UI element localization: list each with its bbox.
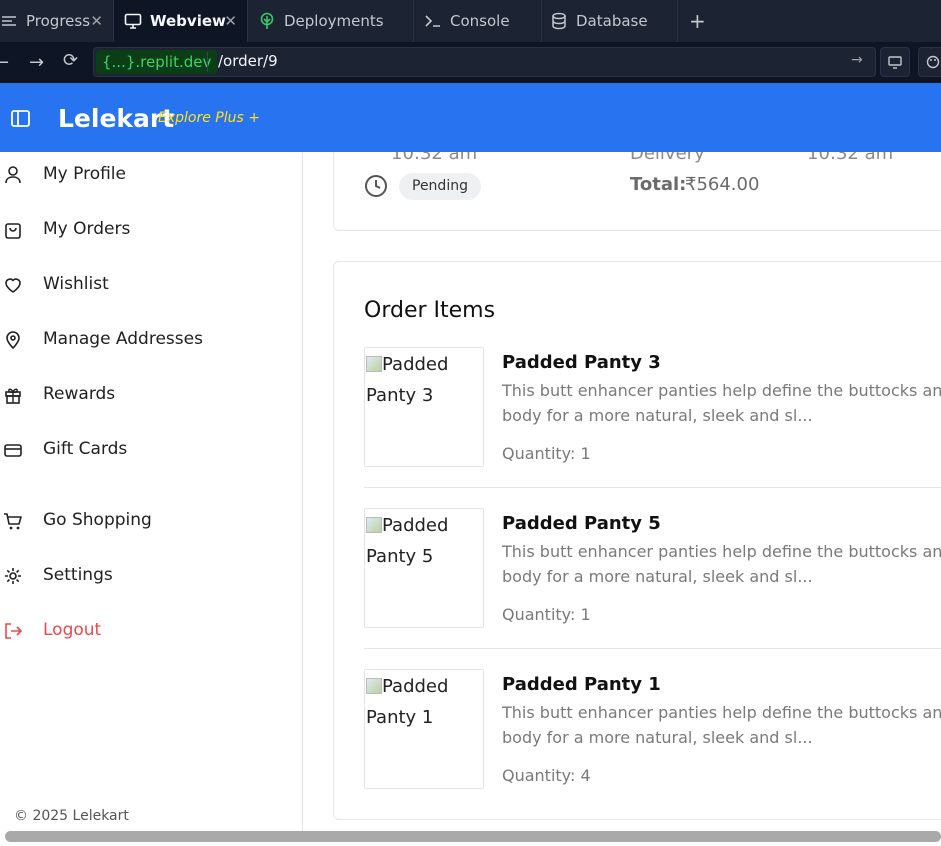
- url-divider: [207, 52, 208, 72]
- divider: [364, 648, 941, 649]
- go-arrow-icon[interactable]: →: [851, 52, 863, 68]
- sidebar-item-label: Rewards: [43, 384, 116, 404]
- sidebar-item-settings[interactable]: Settings: [0, 556, 300, 596]
- product-name[interactable]: Padded Panty 3: [502, 352, 661, 373]
- user-icon: [3, 165, 23, 185]
- product-name[interactable]: Padded Panty 5: [502, 513, 661, 534]
- back-arrow-icon[interactable]: ←: [0, 52, 9, 73]
- tab-database[interactable]: Database: [542, 0, 678, 42]
- total-value: ₹564.00: [685, 174, 760, 195]
- sidebar-item-label: Logout: [43, 620, 102, 640]
- tab-label: Progress: [26, 12, 91, 30]
- location-pin-icon: [3, 330, 23, 350]
- description-line: This butt enhancer panties help define t…: [502, 542, 941, 561]
- devtools-button[interactable]: [880, 47, 910, 77]
- product-image[interactable]: Padded Panty 3: [364, 347, 484, 467]
- product-description: This butt enhancer panties help define t…: [502, 378, 941, 428]
- tab-label: Webview: [150, 12, 226, 30]
- image-alt-text: Padded: [382, 354, 449, 375]
- description-line: This butt enhancer panties help define t…: [502, 703, 941, 722]
- deployments-icon: [258, 12, 276, 30]
- url-domain-badge[interactable]: {...}.replit.dev: [96, 50, 218, 74]
- tab-label: Deployments: [284, 12, 384, 30]
- section-title: Order Items: [364, 298, 496, 323]
- product-image[interactable]: Padded Panty 1: [364, 669, 484, 789]
- description-line: body for a more natural, sleek and sl...: [502, 406, 813, 425]
- close-icon[interactable]: ✕: [90, 12, 103, 30]
- image-alt-text: Padded: [382, 515, 449, 536]
- tab-label: Database: [576, 12, 648, 30]
- image-alt-text: Padded: [382, 676, 449, 697]
- sidebar-item-label: Gift Cards: [43, 439, 128, 459]
- logout-icon: [3, 621, 23, 641]
- tab-progress[interactable]: Progress ✕: [0, 0, 114, 42]
- product-description: This butt enhancer panties help define t…: [502, 539, 941, 589]
- product-quantity: Quantity: 1: [502, 444, 591, 463]
- forward-arrow-icon[interactable]: →: [29, 52, 44, 73]
- broken-image-icon: [366, 356, 382, 372]
- total-label: Total:: [630, 174, 687, 195]
- cart-icon: [3, 511, 23, 531]
- broken-image-icon: [366, 517, 382, 533]
- broken-image-icon: [366, 678, 382, 694]
- sidebar-item-label: Manage Addresses: [43, 329, 203, 349]
- palette-icon: [926, 55, 940, 69]
- sidebar-item-label: Settings: [43, 565, 113, 585]
- product-quantity: Quantity: 1: [502, 605, 591, 624]
- sidebar-item-manage-addresses[interactable]: Manage Addresses: [0, 320, 300, 360]
- product-description: This butt enhancer panties help define t…: [502, 700, 941, 750]
- sidebar-item-label: Wishlist: [43, 274, 109, 294]
- card-icon: [3, 440, 23, 460]
- tab-webview[interactable]: Webview ✕: [114, 0, 248, 42]
- database-icon: [550, 12, 568, 30]
- description-line: This butt enhancer panties help define t…: [502, 381, 941, 400]
- product-name[interactable]: Padded Panty 1: [502, 674, 661, 695]
- progress-icon: [0, 12, 18, 30]
- heart-icon: [3, 275, 23, 295]
- tab-label: Console: [450, 12, 510, 30]
- sidebar-item-wishlist[interactable]: Wishlist: [0, 265, 300, 305]
- brand-tagline: Explore Plus +: [158, 110, 260, 126]
- clock-icon: [364, 174, 388, 198]
- url-path[interactable]: /order/9: [218, 52, 278, 70]
- sidebar-item-rewards[interactable]: Rewards: [0, 375, 300, 415]
- monitor-icon: [124, 12, 142, 30]
- description-line: body for a more natural, sleek and sl...: [502, 567, 813, 586]
- tab-console[interactable]: Console: [414, 0, 542, 42]
- sidebar-item-logout[interactable]: Logout: [0, 611, 300, 651]
- sidebar-item-label: My Orders: [43, 219, 131, 239]
- reload-icon[interactable]: ⟳: [63, 50, 78, 71]
- account-sidebar: [0, 152, 303, 832]
- sidebar-item-my-profile[interactable]: My Profile: [0, 155, 300, 195]
- image-alt-text: Panty 1: [366, 707, 434, 728]
- image-alt-text: Panty 5: [366, 546, 434, 567]
- horizontal-scrollbar[interactable]: [5, 831, 941, 842]
- description-line: body for a more natural, sleek and sl...: [502, 728, 813, 747]
- sidebar-item-label: Go Shopping: [43, 510, 152, 530]
- sidebar-toggle-icon[interactable]: [10, 108, 32, 130]
- gear-icon: [3, 566, 23, 586]
- palette-button[interactable]: [918, 47, 941, 77]
- product-quantity: Quantity: 4: [502, 766, 591, 785]
- new-tab-icon[interactable]: +: [689, 9, 706, 33]
- divider: [364, 487, 941, 488]
- terminal-icon: [424, 12, 442, 30]
- brand-logo[interactable]: Lelekart: [58, 104, 174, 133]
- screen-icon: [888, 56, 902, 69]
- ide-tab-bar: Progress ✕ Webview ✕ Deployments Console…: [0, 0, 941, 42]
- status-badge: Pending: [399, 173, 481, 200]
- image-alt-text: Panty 3: [366, 385, 434, 406]
- gift-icon: [3, 385, 23, 405]
- sidebar-item-label: My Profile: [43, 164, 126, 184]
- sidebar-item-gift-cards[interactable]: Gift Cards: [0, 430, 300, 470]
- sidebar-item-my-orders[interactable]: My Orders: [0, 210, 300, 250]
- tab-deployments[interactable]: Deployments: [248, 0, 414, 42]
- header-overlap: [303, 83, 941, 152]
- bag-icon: [3, 220, 23, 240]
- copyright-text: © 2025 Lelekart: [14, 808, 129, 824]
- sidebar-item-go-shopping[interactable]: Go Shopping: [0, 501, 300, 541]
- close-icon[interactable]: ✕: [224, 12, 237, 30]
- product-image[interactable]: Padded Panty 5: [364, 508, 484, 628]
